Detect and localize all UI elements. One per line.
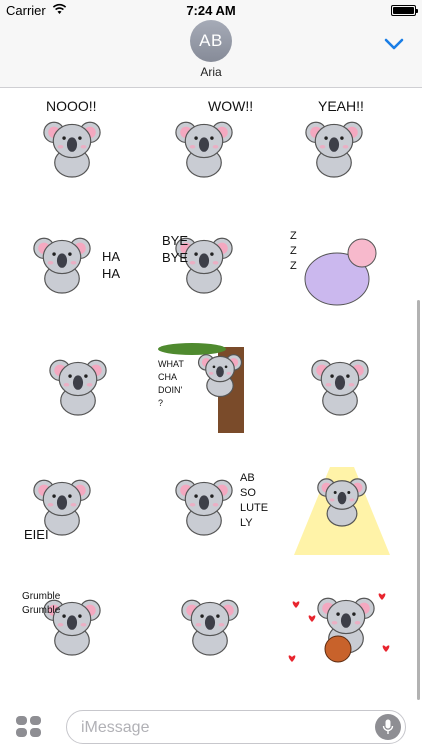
- message-input[interactable]: iMessage: [66, 710, 406, 744]
- sticker-koala-nooo[interactable]: NOOO!!: [20, 97, 140, 201]
- sticker-caption: ZZZ: [290, 230, 297, 272]
- status-bar: Carrier 7:24 AM: [0, 0, 422, 22]
- koala-sticker-art: [181, 599, 239, 656]
- sticker-koala-jumping[interactable]: [282, 339, 402, 443]
- koala-sticker-art: [49, 359, 107, 416]
- sticker-caption: NOOO!!: [46, 98, 97, 114]
- sticker-koala-love-basketball[interactable]: [282, 579, 402, 683]
- koala-sticker-art: NOOO!!: [43, 98, 101, 178]
- sticker-caption: AB SO LUTE LY: [240, 472, 268, 529]
- sticker-caption: WHAT CHA DOIN'?: [158, 359, 184, 408]
- koala-sticker-art: ZZZ: [290, 230, 377, 306]
- chevron-down-icon[interactable]: [384, 38, 404, 50]
- message-placeholder: iMessage: [81, 719, 150, 736]
- sticker-koala-eiei[interactable]: EIEI: [20, 459, 140, 563]
- koala-sticker-art: AB SO LUTE LY: [175, 472, 268, 536]
- koala-sticker-art: [288, 593, 390, 663]
- contact-avatar[interactable]: AB: [190, 20, 232, 62]
- koala-sticker-art: [294, 467, 390, 555]
- sticker-koala-absolutely[interactable]: AB SO LUTE LY: [152, 459, 272, 563]
- koala-sticker-art: Grumble Grumble: [22, 591, 101, 656]
- scroll-indicator[interactable]: [417, 300, 420, 700]
- compose-bar: iMessage: [0, 700, 422, 750]
- sticker-koala-what-cha-doin[interactable]: WHAT CHA DOIN'?: [152, 339, 272, 443]
- koala-sticker-art: WHAT CHA DOIN'?: [158, 343, 244, 433]
- clock: 7:24 AM: [186, 3, 236, 18]
- sticker-caption: HA HA: [102, 249, 120, 281]
- sticker-koala-yeah[interactable]: YEAH!!: [282, 97, 402, 201]
- koala-sticker-art: EIEI: [24, 479, 91, 542]
- microphone-icon[interactable]: [375, 714, 401, 740]
- koala-sticker-art: [311, 359, 369, 416]
- contact-name[interactable]: Aria: [0, 65, 422, 79]
- sticker-koala-bye-bye[interactable]: BYE BYE: [152, 217, 272, 321]
- sticker-koala-singing[interactable]: [282, 459, 402, 563]
- koala-sticker-art: YEAH!!: [305, 98, 364, 178]
- sticker-koala-wow[interactable]: WOW!!: [152, 97, 272, 201]
- koala-sticker-art: BYE BYE: [162, 233, 233, 294]
- battery-level: [393, 7, 414, 14]
- app-grid-icon[interactable]: [16, 716, 42, 738]
- sticker-koala-grumble[interactable]: Grumble Grumble: [20, 579, 140, 683]
- sticker-caption: WOW!!: [208, 98, 253, 114]
- sticker-grid: NOOO!! WOW!! YEAH!! HA HA BYE BYE Z Z Z WHAT CHA DOI…: [0, 89, 422, 689]
- avatar-initials: AB: [199, 31, 223, 50]
- sticker-koala-whistling[interactable]: [152, 579, 272, 683]
- sticker-caption: EIEI: [24, 527, 49, 542]
- battery-icon: [391, 5, 418, 16]
- sticker-koala-haha[interactable]: HA HA: [20, 217, 140, 321]
- koala-sticker-art: HA HA: [33, 237, 120, 294]
- sticker-koala-shy[interactable]: [20, 339, 140, 443]
- koala-sticker-art: WOW!!: [175, 98, 253, 178]
- sticker-koala-sleeping[interactable]: ZZZ: [282, 217, 402, 321]
- sticker-caption: YEAH!!: [318, 98, 364, 114]
